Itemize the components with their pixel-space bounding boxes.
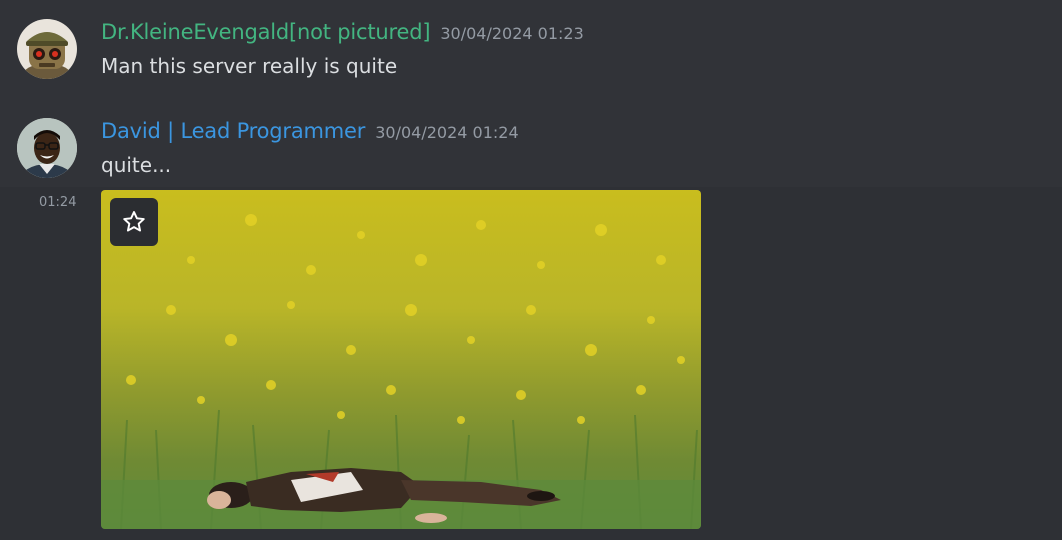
gif-image <box>101 190 701 529</box>
message-group: Dr.KleineEvengald[not pictured] 30/04/202… <box>0 0 1062 100</box>
username[interactable]: David | Lead Programmer <box>101 119 365 143</box>
followup-timestamp[interactable]: 01:24 <box>39 195 76 210</box>
timestamp[interactable]: 30/04/2024 01:23 <box>440 24 583 43</box>
timestamp[interactable]: 30/04/2024 01:24 <box>375 123 518 142</box>
avatar[interactable] <box>17 118 77 178</box>
chat-messages: Dr.KleineEvengald[not pictured] 30/04/202… <box>0 0 1062 540</box>
username[interactable]: Dr.KleineEvengald[not pictured] <box>101 20 431 44</box>
message-text: quite... <box>101 153 172 177</box>
message-header: Dr.KleineEvengald[not pictured] 30/04/202… <box>101 20 584 44</box>
robot-avatar-icon <box>17 19 77 79</box>
favorite-button[interactable] <box>110 198 158 246</box>
gif-attachment[interactable] <box>101 190 701 529</box>
message-header: David | Lead Programmer 30/04/2024 01:24 <box>101 119 519 143</box>
message-text: Man this server really is quite <box>101 54 398 78</box>
person-avatar-icon <box>17 118 77 178</box>
message-group: David | Lead Programmer 30/04/2024 01:24 … <box>0 108 1062 540</box>
star-icon <box>123 211 145 232</box>
avatar[interactable] <box>17 19 77 79</box>
